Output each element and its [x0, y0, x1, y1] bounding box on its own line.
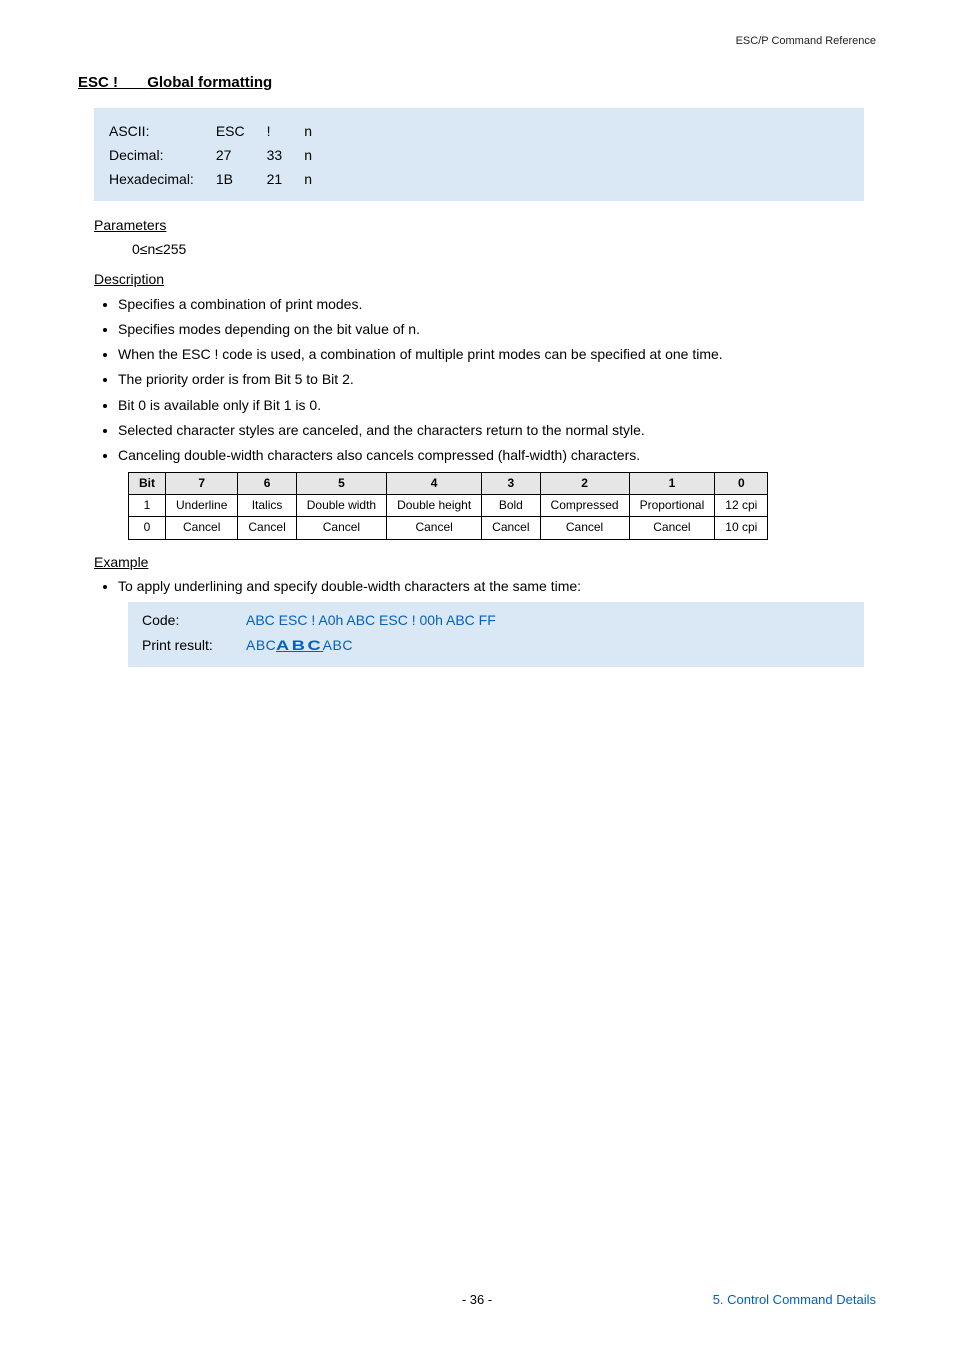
- desc-item: When the ESC ! code is used, a combinati…: [118, 344, 876, 364]
- bit-row: 1 Underline Italics Double width Double …: [129, 495, 768, 517]
- bit-header: Bit: [129, 472, 166, 494]
- code-cell: n: [304, 167, 334, 191]
- example-code-label: Code:: [142, 610, 232, 630]
- example-code-value: ABC ESC ! A0h ABC ESC ! 00h ABC FF: [246, 610, 496, 630]
- bit-header: 6: [238, 472, 296, 494]
- desc-item: Canceling double-width characters also c…: [118, 445, 876, 465]
- example-list: To apply underlining and specify double-…: [118, 576, 876, 596]
- bit-cell: Double width: [296, 495, 386, 517]
- bit-header: 1: [629, 472, 715, 494]
- bit-cell: 1: [129, 495, 166, 517]
- bit-cell: Compressed: [540, 495, 629, 517]
- bit-row: 0 Cancel Cancel Cancel Cancel Cancel Can…: [129, 517, 768, 539]
- bit-table: Bit 7 6 5 4 3 2 1 0 1 Underline Italics …: [128, 472, 768, 540]
- example-bullet: To apply underlining and specify double-…: [118, 576, 876, 596]
- code-cell: 1B: [216, 167, 267, 191]
- code-cell: 27: [216, 143, 267, 167]
- bit-cell: Cancel: [296, 517, 386, 539]
- title-right: Global formatting: [147, 74, 272, 91]
- bit-cell: 12 cpi: [715, 495, 768, 517]
- bit-cell: Cancel: [387, 517, 482, 539]
- bit-cell: Cancel: [166, 517, 238, 539]
- example-heading: Example: [94, 552, 876, 572]
- print-segment-normal: ABC: [246, 637, 276, 653]
- title-left: ESC !: [78, 74, 118, 91]
- bit-header: 7: [166, 472, 238, 494]
- desc-item: Specifies a combination of print modes.: [118, 294, 876, 314]
- bit-header: 5: [296, 472, 386, 494]
- footer-section: 5. Control Command Details: [713, 1291, 876, 1310]
- code-row-decimal: Decimal: 27 33 n: [109, 143, 334, 167]
- code-cell: 21: [267, 167, 305, 191]
- example-code-row: Code: ABC ESC ! A0h ABC ESC ! 00h ABC FF: [142, 610, 850, 630]
- code-label: ASCII:: [109, 119, 216, 143]
- bit-cell: Bold: [482, 495, 540, 517]
- desc-item: Selected character styles are canceled, …: [118, 420, 876, 440]
- parameters-text: 0≤n≤255: [132, 239, 876, 259]
- bit-cell: Italics: [238, 495, 296, 517]
- code-cell: n: [304, 119, 334, 143]
- desc-item: Bit 0 is available only if Bit 1 is 0.: [118, 395, 876, 415]
- code-cell: 33: [267, 143, 305, 167]
- desc-item: Specifies modes depending on the bit val…: [118, 319, 876, 339]
- code-label: Hexadecimal:: [109, 167, 216, 191]
- bit-cell: Cancel: [238, 517, 296, 539]
- bit-cell: 10 cpi: [715, 517, 768, 539]
- example-print-row: Print result: ABCABCABC: [142, 635, 850, 655]
- code-row-hex: Hexadecimal: 1B 21 n: [109, 167, 334, 191]
- parameters-heading: Parameters: [94, 215, 876, 235]
- code-table: ASCII: ESC ! n Decimal: 27 33 n Hexadeci…: [109, 119, 334, 192]
- description-heading: Description: [94, 269, 876, 289]
- example-box: Code: ABC ESC ! A0h ABC ESC ! 00h ABC FF…: [128, 602, 864, 667]
- desc-item: The priority order is from Bit 5 to Bit …: [118, 369, 876, 389]
- code-box: ASCII: ESC ! n Decimal: 27 33 n Hexadeci…: [94, 108, 864, 201]
- bit-header: 0: [715, 472, 768, 494]
- code-label: Decimal:: [109, 143, 216, 167]
- print-segment-normal: ABC: [323, 637, 353, 653]
- bit-cell: Cancel: [540, 517, 629, 539]
- print-segment-wide-underline: ABC: [276, 635, 323, 655]
- bit-cell: Underline: [166, 495, 238, 517]
- section-title: ESC ! Global formatting: [78, 72, 876, 94]
- code-row-ascii: ASCII: ESC ! n: [109, 119, 334, 143]
- bit-header: 2: [540, 472, 629, 494]
- header-reference: ESC/P Command Reference: [736, 34, 876, 50]
- code-cell: !: [267, 119, 305, 143]
- example-print-value: ABCABCABC: [246, 635, 353, 655]
- bit-header: 4: [387, 472, 482, 494]
- bit-cell: Double height: [387, 495, 482, 517]
- description-list: Specifies a combination of print modes. …: [118, 294, 876, 466]
- bit-header-row: Bit 7 6 5 4 3 2 1 0: [129, 472, 768, 494]
- bit-header: 3: [482, 472, 540, 494]
- code-cell: ESC: [216, 119, 267, 143]
- bit-cell: 0: [129, 517, 166, 539]
- code-cell: n: [304, 143, 334, 167]
- bit-cell: Cancel: [629, 517, 715, 539]
- bit-cell: Proportional: [629, 495, 715, 517]
- bit-cell: Cancel: [482, 517, 540, 539]
- example-print-label: Print result:: [142, 635, 232, 655]
